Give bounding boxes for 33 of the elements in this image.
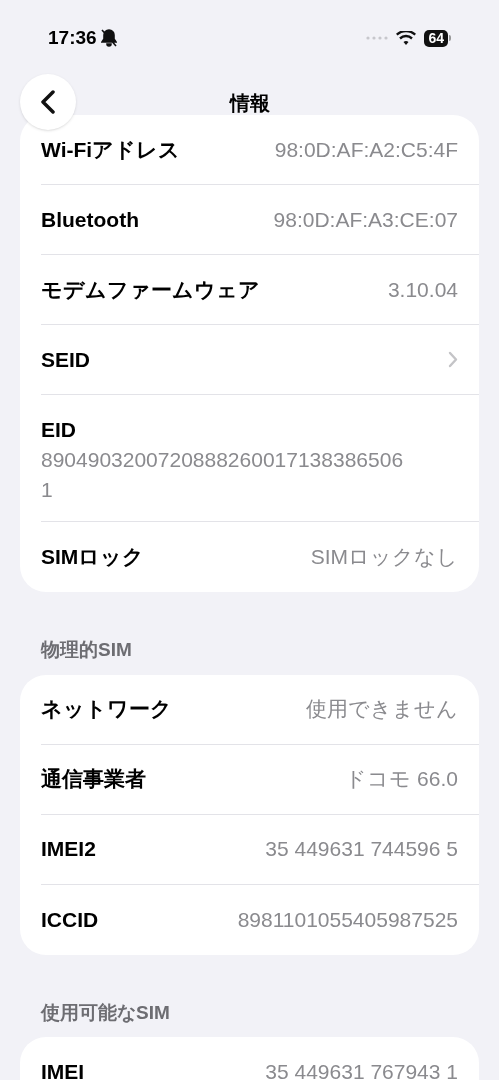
- back-chevron-icon: [40, 90, 56, 114]
- settings-row[interactable]: SEID: [41, 325, 479, 395]
- row-label: IMEI: [41, 1059, 85, 1080]
- signal-icon: [366, 35, 389, 41]
- row-value: 98:0D:AF:A2:C5:4F: [274, 136, 458, 163]
- battery-icon: 64: [424, 29, 451, 47]
- chevron-right-icon: [448, 351, 458, 368]
- row-value: 89049032007208882600171383865061: [41, 447, 405, 503]
- row-label: IMEI2: [41, 836, 96, 863]
- row-value: 35 449631 744596 5: [265, 836, 458, 863]
- row-value: 8981101055405987525: [237, 906, 458, 933]
- row-label: モデムファームウェア: [41, 276, 260, 303]
- section-header: 物理的SIM: [41, 639, 132, 660]
- section-header: 使用可能なSIM: [41, 1001, 170, 1023]
- status-time: 17:36: [48, 25, 97, 50]
- row-value: 98:0D:AF:A3:CE:07: [273, 206, 458, 233]
- row-label: Wi-Fiアドレス: [41, 136, 181, 163]
- row-value: 3.10.04: [387, 276, 458, 303]
- row-value: 使用できません: [306, 696, 458, 723]
- page-title: 情報: [229, 91, 270, 116]
- row-value: ドコモ 66.0: [345, 766, 458, 793]
- row-label: EID: [41, 417, 77, 443]
- row-label: ネットワーク: [41, 696, 172, 723]
- row-value: SIMロックなし: [310, 544, 458, 571]
- row-label: SEID: [41, 346, 90, 373]
- row-label: 通信事業者: [41, 766, 146, 793]
- row-value: 35 449631 767943 1: [265, 1059, 458, 1080]
- wifi-icon: [396, 30, 417, 46]
- row-label: Bluetooth: [41, 206, 139, 233]
- bell-slash-icon: [100, 29, 117, 47]
- back-button[interactable]: [20, 74, 76, 130]
- row-label: SIMロック: [41, 544, 145, 571]
- row-label: ICCID: [41, 906, 99, 933]
